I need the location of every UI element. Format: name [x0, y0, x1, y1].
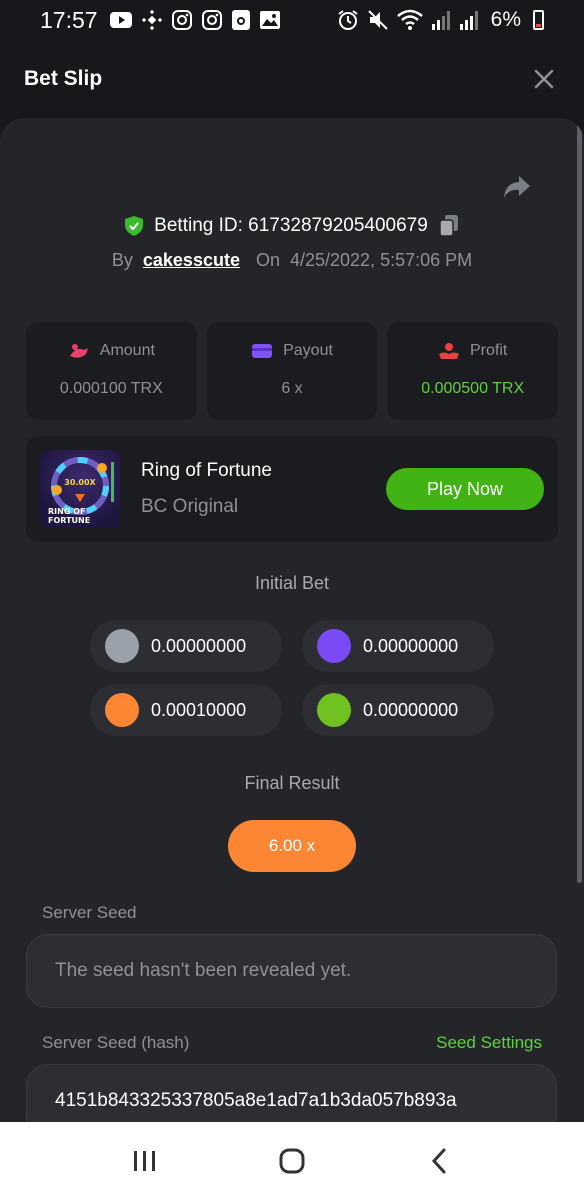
server-seed-field[interactable]: The seed hasn't been revealed yet. — [26, 934, 557, 1008]
thumb-multiplier: 30.00X — [64, 478, 96, 487]
status-bar: 17:57 6% — [0, 0, 584, 40]
thumb-title-2: FORTUNE — [48, 516, 90, 525]
payout-label: Payout — [283, 342, 333, 359]
amount-stat: Amount 0.000100 TRX — [26, 322, 197, 420]
profit-value: 0.000500 TRX — [421, 380, 525, 397]
by-label: By — [111, 250, 133, 270]
chip-value: 0.00000000 — [363, 635, 459, 656]
initial-bet-chips: 0.00000000 0.00000000 0.00010000 0.00000… — [90, 620, 494, 736]
initial-bet-title: Initial Bet — [254, 573, 330, 593]
home-button[interactable] — [272, 1141, 312, 1181]
seed-settings-link[interactable]: Seed Settings — [436, 1033, 542, 1053]
on-label: On — [255, 250, 280, 270]
system-icons: 6% — [337, 8, 544, 32]
amount-value: 0.000100 TRX — [59, 380, 163, 397]
betting-id-row: Betting ID: 61732879205400679 — [0, 214, 584, 238]
betting-id: Betting ID: 61732879205400679 — [154, 215, 428, 236]
play-now-button[interactable]: Play Now — [386, 468, 544, 510]
status-time: 17:57 — [40, 6, 98, 33]
back-button[interactable] — [419, 1141, 459, 1181]
notification-icons — [109, 10, 280, 30]
bet-chip: 0.00000000 — [90, 620, 282, 672]
chip-value: 0.00000000 — [151, 635, 247, 656]
share-icon — [504, 176, 530, 198]
copy-icon[interactable] — [438, 214, 460, 238]
page-title: Bet Slip — [24, 67, 103, 90]
youtube-icon — [109, 12, 132, 28]
username-link[interactable]: cakesscute — [143, 250, 240, 271]
bet-chip: 0.00000000 — [302, 684, 494, 736]
battery-icon — [533, 10, 544, 30]
server-seed-label: Server Seed — [42, 903, 137, 922]
bet-meta-row: By cakesscute On 4/25/2022, 5:57:06 PM — [0, 250, 584, 271]
amount-icon — [69, 344, 88, 358]
close-icon — [534, 69, 554, 89]
final-result-title: Final Result — [244, 773, 340, 793]
coin-gray-icon — [105, 629, 139, 663]
battery-percent: 6% — [490, 8, 521, 31]
shield-check-icon — [125, 216, 144, 236]
server-seed-hash-field[interactable]: 4151b843325337805a8e1ad7a1b3da057b893a — [26, 1064, 557, 1122]
back-icon — [431, 1148, 446, 1174]
game-name: Ring of Fortune — [141, 460, 272, 481]
instagram-icon — [171, 10, 192, 30]
share-button[interactable] — [502, 174, 532, 200]
profit-label: Profit — [470, 342, 508, 359]
payout-stat: Payout 6 x — [206, 322, 378, 420]
recent-apps-icon — [134, 1151, 156, 1171]
chip-value: 0.00010000 — [151, 699, 247, 720]
profit-stat: Profit 0.000500 TRX — [387, 322, 559, 420]
game-subtitle: BC Original — [141, 496, 239, 517]
instagram-icon — [201, 10, 222, 30]
signal-icon — [431, 11, 450, 30]
bet-slip-header: Bet Slip — [0, 40, 584, 118]
bet-stats: Amount 0.000100 TRX Payout 6 x Profit 0.… — [26, 322, 559, 420]
home-icon — [279, 1148, 305, 1174]
binance-icon — [141, 10, 162, 30]
final-result-badge: 6.00 x — [228, 820, 356, 872]
camera-icon — [231, 10, 250, 30]
profit-icon — [439, 343, 459, 359]
recent-apps-button[interactable] — [125, 1141, 165, 1181]
bet-slip-panel: Betting ID: 61732879205400679 By cakessc… — [0, 118, 584, 1122]
thumb-title-1: RING OF — [48, 507, 85, 516]
wifi-icon — [396, 9, 423, 30]
chip-value: 0.00000000 — [363, 699, 459, 720]
payout-value: 6 x — [281, 380, 303, 397]
server-seed-hash-label: Server Seed (hash) — [42, 1033, 190, 1052]
coin-purple-icon — [317, 629, 351, 663]
mute-icon — [367, 10, 388, 30]
payout-icon — [252, 344, 273, 358]
coin-orange-icon — [105, 693, 139, 727]
alarm-icon — [338, 10, 358, 30]
game-thumbnail[interactable]: 30.00X RING OF FORTUNE — [40, 450, 120, 528]
close-button[interactable] — [528, 63, 560, 95]
signal-icon — [459, 11, 478, 30]
gallery-icon — [259, 11, 280, 29]
game-card: 30.00X RING OF FORTUNE Ring of Fortune B… — [26, 436, 558, 542]
bet-chip: 0.00000000 — [302, 620, 494, 672]
bet-date: 4/25/2022, 5:57:06 PM — [289, 250, 473, 270]
coin-green-icon — [317, 693, 351, 727]
android-nav-bar — [0, 1122, 584, 1200]
amount-label: Amount — [99, 342, 155, 359]
bet-chip: 0.00010000 — [90, 684, 282, 736]
